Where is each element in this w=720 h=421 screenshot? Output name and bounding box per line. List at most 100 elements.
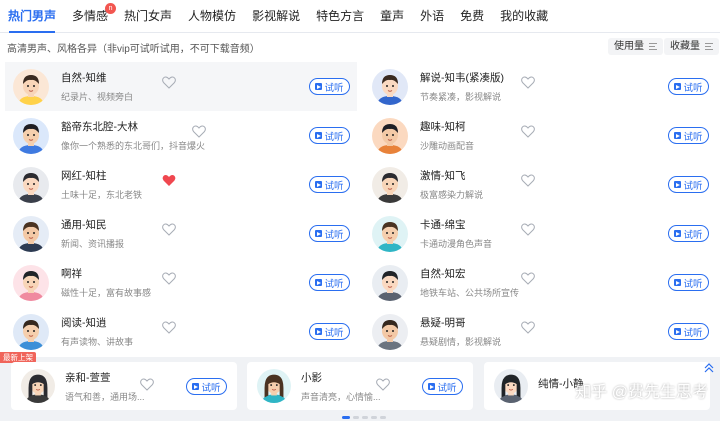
voice-card[interactable]: 解说-知韦(紧凑版) 节奏紧凑，影视解说 试听 xyxy=(364,62,716,111)
play-icon xyxy=(315,181,323,188)
avatar xyxy=(372,313,408,350)
new-badge-icon: n xyxy=(105,2,117,14)
play-icon xyxy=(315,279,323,286)
play-icon xyxy=(674,83,682,90)
voice-card[interactable]: 通用-知民 新闻、资讯播报 试听 xyxy=(5,209,357,258)
avatar xyxy=(13,166,49,203)
voice-description: 磁性十足，富有故事感 xyxy=(61,288,152,298)
favorite-heart-icon[interactable] xyxy=(376,378,390,391)
voice-description: 极富感染力解说 xyxy=(420,190,484,200)
tab-2[interactable]: 热门女声 xyxy=(116,0,180,33)
listen-button[interactable]: 试听 xyxy=(668,78,709,95)
sort-favorites-label: 收藏量 xyxy=(670,41,700,52)
listen-button[interactable]: 试听 xyxy=(422,378,463,395)
listen-button[interactable]: 试听 xyxy=(309,225,350,242)
favorite-heart-icon[interactable] xyxy=(162,76,176,89)
tab-label: 免费 xyxy=(460,8,485,23)
voice-card[interactable]: 自然-知宏 地铁车站、公共场所宣传 试听 xyxy=(364,258,716,307)
voice-card[interactable]: 自然-知维 纪录片、视频旁白 试听 xyxy=(5,62,357,111)
play-icon xyxy=(674,279,682,286)
tab-9[interactable]: 我的收藏 xyxy=(492,0,556,33)
play-icon xyxy=(315,83,323,90)
favorite-heart-icon[interactable] xyxy=(521,321,535,334)
carousel-dots[interactable] xyxy=(342,416,386,419)
listen-button[interactable]: 试听 xyxy=(668,127,709,144)
avatar xyxy=(372,215,408,252)
listen-button[interactable]: 试听 xyxy=(668,176,709,193)
favorite-heart-icon[interactable] xyxy=(162,272,176,285)
avatar xyxy=(372,117,408,154)
tab-6[interactable]: 童声 xyxy=(372,0,412,33)
favorite-heart-icon[interactable] xyxy=(162,321,176,334)
voice-description: 有声读物、讲故事 xyxy=(61,337,134,347)
play-icon xyxy=(315,132,323,139)
voice-description: 语气和善，通用场... xyxy=(65,391,145,402)
listen-button[interactable]: 试听 xyxy=(309,323,350,340)
tab-5[interactable]: 特色方言 xyxy=(308,0,372,33)
voice-card[interactable]: 激情-知飞 极富感染力解说 试听 xyxy=(364,160,716,209)
listen-label: 试听 xyxy=(324,278,344,290)
listen-button[interactable]: 试听 xyxy=(668,274,709,291)
listen-button[interactable]: 试听 xyxy=(309,127,350,144)
voice-card[interactable]: 啊祥 磁性十足，富有故事感 试听 xyxy=(5,258,357,307)
listen-button[interactable]: 试听 xyxy=(668,225,709,242)
play-icon xyxy=(674,181,682,188)
play-icon xyxy=(428,383,436,390)
favorite-heart-icon[interactable] xyxy=(521,174,535,187)
sort-by-favorites-button[interactable]: 收藏量 xyxy=(664,38,719,55)
new-voice-card[interactable]: 亲和-萱萱 语气和善，通用场... 试听 xyxy=(11,362,237,410)
voice-description: 纪录片、视频旁白 xyxy=(61,92,134,102)
avatar xyxy=(372,68,408,105)
tab-7[interactable]: 外语 xyxy=(412,0,452,33)
favorite-heart-icon[interactable] xyxy=(521,223,535,236)
avatar xyxy=(257,369,291,403)
listen-button[interactable]: 试听 xyxy=(668,323,709,340)
listen-button[interactable]: 试听 xyxy=(309,176,350,193)
voice-card[interactable]: 豁帝东北腔-大林 像你一个熟悉的东北哥们，抖音爆火 试听 xyxy=(5,111,357,160)
favorite-heart-icon[interactable] xyxy=(192,125,206,138)
favorite-heart-icon[interactable] xyxy=(140,378,154,391)
voice-card[interactable]: 阅读-知逍 有声读物、讲故事 试听 xyxy=(5,307,357,356)
voice-card[interactable]: 悬疑-明哥 悬疑剧情，影视解说 试听 xyxy=(364,307,716,356)
voice-list-left: 自然-知维 纪录片、视频旁白 试听 豁帝东北腔-大林 像你一个熟悉的东北哥们，抖… xyxy=(5,62,357,356)
tab-3[interactable]: 人物模仿 xyxy=(180,0,244,33)
favorite-heart-icon[interactable] xyxy=(162,223,176,236)
voice-description: 声音清亮，心情愉... xyxy=(301,391,381,402)
listen-label: 试听 xyxy=(324,82,344,94)
listen-label: 试听 xyxy=(324,131,344,143)
listen-button[interactable]: 试听 xyxy=(186,378,227,395)
voice-card[interactable]: 趣味-知柯 沙雕动画配音 试听 xyxy=(364,111,716,160)
voice-card[interactable]: 卡通-绵宝 卡通动漫角色声音 试听 xyxy=(364,209,716,258)
listen-label: 试听 xyxy=(683,180,703,192)
listen-button[interactable]: 试听 xyxy=(309,274,350,291)
voice-list-right: 解说-知韦(紧凑版) 节奏紧凑，影视解说 试听 趣味-知柯 沙雕动画配音 试听 … xyxy=(364,62,716,356)
tab-0[interactable]: 热门男声 xyxy=(0,0,64,33)
listen-label: 试听 xyxy=(683,82,703,94)
favorite-heart-icon[interactable] xyxy=(521,125,535,138)
collapse-chevron-up-icon[interactable] xyxy=(704,363,714,373)
tab-label: 热门女声 xyxy=(124,8,173,23)
sort-by-usage-button[interactable]: 使用量 xyxy=(608,38,663,55)
voice-description: 悬疑剧情，影视解说 xyxy=(420,337,502,347)
avatar xyxy=(13,215,49,252)
tab-4[interactable]: 影视解说 xyxy=(244,0,308,33)
favorite-heart-icon[interactable] xyxy=(521,272,535,285)
favorite-heart-icon[interactable] xyxy=(521,76,535,89)
tab-1[interactable]: 多情感 n xyxy=(64,0,117,33)
tab-label: 影视解说 xyxy=(252,8,301,23)
tab-8[interactable]: 免费 xyxy=(452,0,492,33)
voice-description: 沙雕动画配音 xyxy=(420,141,475,151)
category-tabs: 热门男声 多情感 n 热门女声 人物模仿 影视解说 特色方言 童声 外语 免费 我的收藏 xyxy=(0,0,720,33)
voice-card[interactable]: 网红-知柱 土味十足，东北老铁 试听 xyxy=(5,160,357,209)
play-icon xyxy=(192,383,200,390)
listen-button[interactable]: 试听 xyxy=(309,78,350,95)
favorite-heart-icon[interactable] xyxy=(162,174,176,187)
voice-description: 土味十足，东北老铁 xyxy=(61,190,143,200)
new-voice-card[interactable]: 小影 声音清亮，心情愉... 试听 xyxy=(247,362,473,410)
watermark: 知乎 @费先生思考 xyxy=(575,384,708,401)
listen-label: 试听 xyxy=(201,382,221,394)
avatar xyxy=(21,369,55,403)
filter-bar: 高清男声、风格各异（非vip可试听试用，不可下载音频） 使用量 收藏量 xyxy=(0,35,720,57)
tab-label: 外语 xyxy=(420,8,445,23)
sort-icon xyxy=(705,43,713,50)
